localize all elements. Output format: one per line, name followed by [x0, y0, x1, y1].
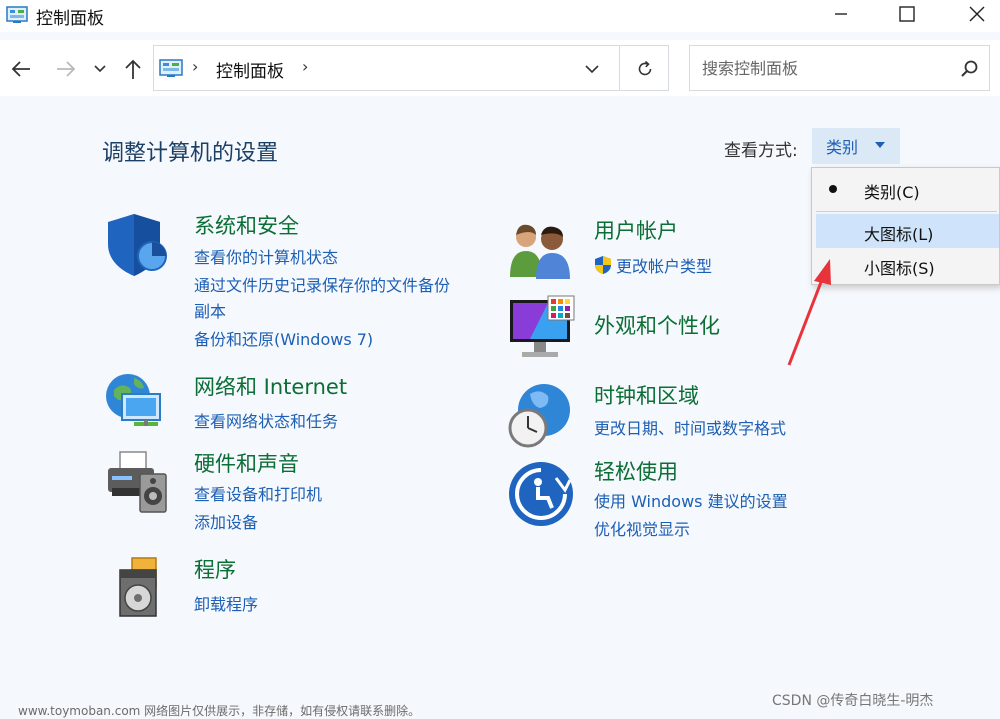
- category-title[interactable]: 网络和 Internet: [194, 371, 347, 401]
- annotation-arrow-icon: [787, 259, 831, 366]
- refresh-icon: [638, 60, 652, 76]
- category-title[interactable]: 用户帐户: [594, 215, 678, 245]
- category-title[interactable]: 时钟和区域: [594, 380, 699, 410]
- arrow-right-icon: [57, 61, 76, 77]
- arrow-up-icon: [125, 59, 141, 79]
- minimize-icon: [835, 13, 847, 15]
- maximize-icon: [899, 6, 915, 22]
- up-button[interactable]: [120, 56, 146, 82]
- close-icon: [969, 6, 985, 22]
- breadcrumb-control-panel[interactable]: 控制面板: [216, 57, 284, 82]
- shield-icon: [108, 214, 167, 276]
- back-button[interactable]: [8, 56, 34, 82]
- dropdown-arrow-icon: [875, 142, 885, 148]
- window-title: 控制面板: [36, 9, 104, 29]
- page-title: 调整计算机的设置: [102, 141, 279, 166]
- breadcrumb-separator-icon[interactable]: ›: [302, 57, 308, 76]
- navigation-bar: › 控制面板 ›: [0, 40, 1000, 96]
- link-optimize-visual-display[interactable]: 优化视觉显示: [594, 516, 690, 540]
- maximize-button[interactable]: [884, 0, 930, 28]
- category-title[interactable]: 系统和安全: [194, 210, 299, 240]
- uac-shield-icon: [595, 256, 611, 274]
- watermark-left: www.toymoban.com 网络图片仅供展示，非存储，如有侵权请联系删除。: [18, 704, 421, 718]
- search-input[interactable]: [702, 55, 942, 81]
- monitor-icon: [510, 295, 575, 357]
- refresh-button[interactable]: [632, 56, 658, 82]
- menu-item-large-icons[interactable]: 大图标(L): [816, 214, 999, 248]
- category-title[interactable]: 轻松使用: [594, 456, 678, 486]
- accessibility-icon: [509, 462, 573, 526]
- link-backup-restore[interactable]: 备份和还原(Windows 7): [194, 326, 373, 350]
- category-title[interactable]: 硬件和声音: [194, 448, 299, 478]
- watermark-right: CSDN @传奇白晓生-明杰: [772, 693, 934, 709]
- chevron-down-icon: [94, 65, 106, 73]
- search-icon: [961, 60, 978, 77]
- link-change-account-type[interactable]: 更改帐户类型: [594, 253, 712, 277]
- control-panel-icon: [6, 6, 28, 23]
- link-view-computer-status[interactable]: 查看你的计算机状态: [194, 244, 338, 268]
- clock-globe-icon: [508, 384, 570, 448]
- address-history-button[interactable]: [581, 58, 603, 80]
- search-box[interactable]: [689, 45, 990, 91]
- printer-icon: [108, 451, 167, 513]
- address-bar[interactable]: › 控制面板 ›: [153, 45, 669, 91]
- breadcrumb-separator-icon: ›: [192, 57, 199, 76]
- link-file-history-backup[interactable]: 通过文件历史记录保存你的文件备份: [194, 272, 450, 296]
- users-icon: [510, 224, 570, 279]
- menu-item-small-icons[interactable]: 小图标(S): [816, 248, 999, 282]
- selected-dot-icon: [829, 185, 837, 193]
- view-by-label: 查看方式:: [724, 141, 798, 161]
- control-panel-icon: [159, 59, 183, 77]
- close-button[interactable]: [954, 0, 1000, 28]
- arrow-left-icon: [11, 61, 30, 77]
- link-file-history-backup-cont[interactable]: 副本: [194, 298, 226, 322]
- menu-item-label: 类别(C): [864, 183, 920, 202]
- divider: [619, 46, 620, 90]
- link-devices-printers[interactable]: 查看设备和打印机: [194, 481, 322, 505]
- link-label: 更改帐户类型: [616, 257, 713, 276]
- category-title[interactable]: 外观和个性化: [594, 310, 720, 340]
- link-network-status[interactable]: 查看网络状态和任务: [194, 408, 338, 432]
- link-uninstall-program[interactable]: 卸载程序: [194, 591, 258, 615]
- minimize-button[interactable]: [818, 0, 864, 28]
- menu-separator: [816, 211, 997, 212]
- chevron-down-icon: [585, 64, 599, 73]
- recent-locations-button[interactable]: [90, 56, 110, 82]
- link-windows-recommended-settings[interactable]: 使用 Windows 建议的设置: [594, 488, 788, 512]
- link-add-device[interactable]: 添加设备: [194, 509, 258, 533]
- view-by-dropdown[interactable]: 类别: [812, 128, 900, 164]
- menu-item-category[interactable]: 类别(C): [816, 172, 999, 206]
- network-icon: [106, 374, 161, 426]
- menu-item-label: 小图标(S): [864, 259, 935, 278]
- view-by-value: 类别: [826, 138, 859, 157]
- programs-icon: [119, 557, 157, 617]
- title-bar: 控制面板: [0, 0, 1000, 32]
- forward-button[interactable]: [53, 56, 79, 82]
- menu-item-label: 大图标(L): [864, 225, 934, 244]
- link-change-date-time-format[interactable]: 更改日期、时间或数字格式: [594, 415, 786, 439]
- category-title[interactable]: 程序: [194, 554, 236, 584]
